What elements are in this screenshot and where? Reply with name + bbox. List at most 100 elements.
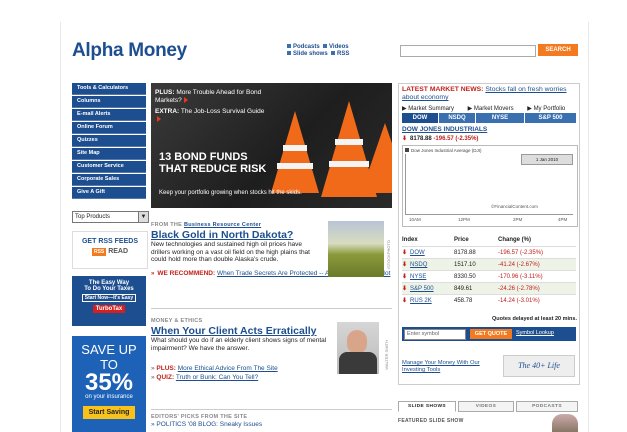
- index-price: 1517.10: [454, 258, 498, 271]
- my-portfolio-link[interactable]: ▶ My Portfolio: [527, 106, 571, 112]
- chart-date: 1 Jan 2010: [521, 154, 573, 165]
- resource-center-link[interactable]: Business Resource Center: [184, 222, 261, 228]
- tab-dow[interactable]: DOW: [402, 113, 438, 123]
- down-arrow-icon: ⬇: [402, 262, 408, 268]
- start-saving-button[interactable]: Start Saving: [82, 406, 136, 419]
- divider: [151, 409, 392, 410]
- hero-extra-text: The Job-Loss Survival Guide: [180, 108, 265, 115]
- portrait-image[interactable]: [337, 322, 379, 374]
- tab-videos[interactable]: VIDEOS: [458, 401, 514, 412]
- symbol-input[interactable]: Enter symbol: [404, 329, 466, 340]
- nav-item-corporate-sales[interactable]: Corporate Sales: [72, 174, 146, 186]
- rss-read: READ: [108, 248, 129, 255]
- products-select[interactable]: Top Products ▼: [72, 211, 149, 223]
- tab-nyse[interactable]: NYSE: [476, 113, 524, 123]
- tax-ad[interactable]: The Easy Way To Do Your Taxes Start Now—…: [72, 276, 146, 326]
- arrow-icon: [183, 97, 188, 104]
- nav-item-gift[interactable]: Give A Gift: [72, 187, 146, 199]
- tab-slide-shows[interactable]: SLIDE SHOWS: [398, 401, 456, 412]
- videos-link[interactable]: Videos: [329, 44, 349, 50]
- oil-field-image[interactable]: [328, 221, 384, 277]
- col-change: Change (%): [498, 237, 531, 243]
- slideshow-thumbnail[interactable]: [552, 414, 578, 432]
- square-icon: [287, 51, 291, 55]
- photo-credit: ISTOCKPHOTO: [386, 240, 391, 269]
- quote-box: Enter symbol GET QUOTE Symbol Lookup: [402, 327, 576, 341]
- get-quote-button[interactable]: GET QUOTE: [470, 329, 512, 339]
- nav-item-customer-service[interactable]: Customer Service: [72, 161, 146, 173]
- table-row: ⬇ NYSE 8330.50 -170.96 (-3.11%): [402, 270, 576, 283]
- chevron-down-icon[interactable]: ▼: [138, 212, 148, 222]
- hero-subtext: Keep your portfolio growing when stocks …: [159, 190, 302, 196]
- media-tabs: SLIDE SHOWS VIDEOS PODCASTS: [398, 401, 578, 412]
- down-arrow-icon: ⬇: [402, 250, 408, 256]
- podcasts-link[interactable]: Podcasts: [293, 44, 320, 50]
- tab-sp500[interactable]: S&P 500: [525, 113, 576, 123]
- hero-headline[interactable]: 13 BOND FUNDS THAT REDUCE RISK: [159, 151, 279, 175]
- dj-title[interactable]: DOW JONES INDUSTRIALS: [402, 126, 487, 133]
- delay-note: Quotes delayed at least 20 mins.: [492, 316, 577, 322]
- face-shape: [347, 330, 367, 354]
- table-row: ⬇ RUS 2K 458.78 -14.24 (-3.01%): [402, 294, 576, 306]
- pick-item[interactable]: » POLITICS '08 BLOG: Sneaky Issues: [151, 420, 392, 429]
- editors-picks: EDITORS' PICKS FROM THE SITE » POLITICS …: [151, 414, 392, 429]
- market-summary-link[interactable]: ▶ Market Summary: [402, 106, 460, 112]
- tax-line2: To Do Your Taxes: [84, 286, 134, 292]
- market-movers-link[interactable]: ▶ Market Movers: [468, 106, 520, 112]
- search-input[interactable]: [400, 45, 536, 57]
- slideshows-link[interactable]: Slide shows: [293, 51, 328, 57]
- nav-item-tools[interactable]: Tools & Calculators: [72, 83, 146, 95]
- site-logo[interactable]: Alpha Money: [72, 40, 187, 62]
- legend-swatch: [405, 148, 409, 152]
- save-percent: 35%: [84, 369, 134, 396]
- chart-time-12pm: 12PM: [458, 217, 470, 222]
- forty-plus-logo[interactable]: The 40+ Life: [503, 355, 575, 377]
- insurance-ad[interactable]: SAVE UP TO 35% on your insurance Start S…: [72, 336, 146, 432]
- rss-box[interactable]: GET RSS FEEDS RSS READ: [72, 231, 148, 269]
- quiz-link[interactable]: Truth or Bunk: Can You Tell?: [176, 374, 258, 381]
- index-link[interactable]: NYSE: [410, 274, 426, 280]
- index-link[interactable]: DOW: [410, 250, 425, 256]
- index-link[interactable]: RUS 2K: [410, 298, 432, 304]
- chart-credit: ©FinancialContent.com: [491, 204, 538, 209]
- chart-legend-text: Dow Jones Industrial Average (DJI): [411, 148, 482, 153]
- plus-link[interactable]: More Ethical Advice From The Site: [178, 365, 278, 372]
- rss-link[interactable]: RSS: [337, 51, 349, 57]
- down-arrow-icon: ⬇: [402, 274, 408, 280]
- tax-start: Start Now—It's Easy: [81, 294, 137, 302]
- suit-shape: [339, 352, 377, 374]
- table-header: Index Price Change (%): [402, 234, 576, 247]
- hero-feature[interactable]: PLUS: More Trouble Ahead for Bond Market…: [151, 83, 392, 208]
- tab-podcasts[interactable]: PODCASTS: [516, 401, 578, 412]
- dj-value: 8178.88: [410, 136, 432, 142]
- col-price: Price: [454, 237, 469, 243]
- chart-axis: [405, 214, 573, 215]
- market-links: ▶ Market Summary ▶ Market Movers ▶ My Po…: [402, 105, 577, 112]
- hero-extra-label: EXTRA:: [155, 108, 180, 115]
- square-icon: [331, 51, 336, 55]
- nav-item-forum[interactable]: Online Forum: [72, 122, 146, 134]
- plus-label: PLUS:: [156, 365, 176, 372]
- divider: [151, 308, 392, 309]
- index-table: Index Price Change (%) ⬇ DOW 8178.88 -196…: [402, 234, 576, 306]
- nav-item-columns[interactable]: Columns: [72, 96, 146, 108]
- index-link[interactable]: NSDQ: [410, 262, 427, 268]
- manage-money-link[interactable]: Manage Your Money With Our Investing Too…: [402, 360, 488, 374]
- sidebar-nav: Tools & Calculators Columns E-mail Alert…: [72, 83, 146, 200]
- index-link[interactable]: S&P 500: [410, 286, 434, 292]
- cone-stripe: [335, 139, 363, 145]
- col-index: Index: [402, 237, 418, 243]
- tab-nsdq[interactable]: NSDQ: [439, 113, 475, 123]
- search-button[interactable]: SEARCH: [538, 44, 578, 56]
- nav-item-quizzes[interactable]: Quizzes: [72, 135, 146, 147]
- symbol-lookup-link[interactable]: Symbol Lookup: [516, 330, 554, 336]
- chart-time-2pm: 2PM: [513, 217, 523, 222]
- nav-item-email-alerts[interactable]: E-mail Alerts: [72, 109, 146, 121]
- photo-credit: WALTER SMITH: [384, 340, 389, 370]
- quiz-line: » QUIZ: Truth or Bunk: Can You Tell?: [151, 373, 392, 382]
- hero-extra[interactable]: EXTRA: The Job-Loss Survival Guide: [155, 108, 267, 124]
- save-line2: on your insurance: [85, 394, 133, 400]
- nav-item-sitemap[interactable]: Site Map: [72, 148, 146, 160]
- featured-label: FEATURED SLIDE SHOW: [398, 418, 464, 424]
- hero-plus[interactable]: PLUS: More Trouble Ahead for Bond Market…: [155, 89, 267, 105]
